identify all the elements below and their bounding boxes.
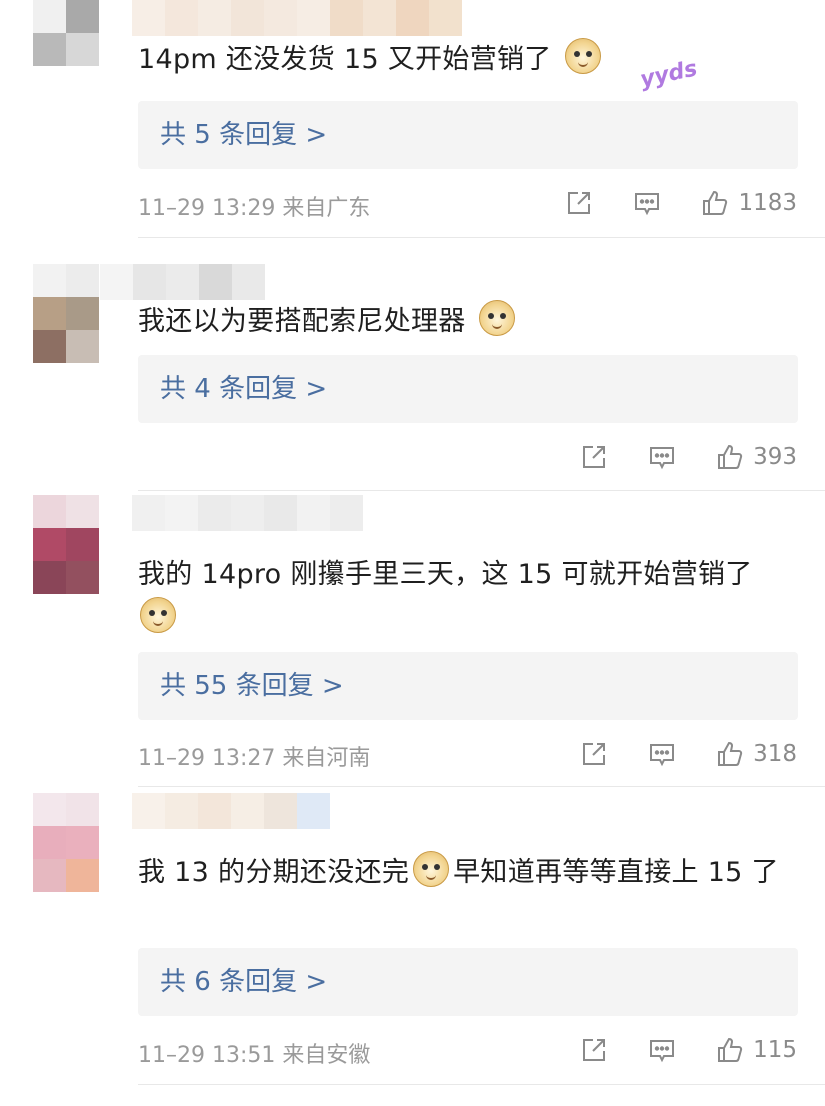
comment-item: 14pm 还没发货 15 又开始营销了 yyds 共 5 条回复 > 11–29… <box>0 0 825 238</box>
thumbs-up-icon[interactable] <box>715 1035 745 1065</box>
comment-actions: 115 <box>541 1035 797 1065</box>
comment-text: 14pm 还没发货 15 又开始营销了 <box>138 38 798 82</box>
comment-text: 我还以为要搭配索尼处理器 <box>138 300 798 344</box>
thumbs-up-icon[interactable] <box>700 188 730 218</box>
divider <box>138 1084 825 1085</box>
username-blurred[interactable] <box>132 793 330 829</box>
like-count: 115 <box>753 1037 797 1063</box>
comment-meta: 11–29 13:29 来自广东 <box>138 196 371 221</box>
thumbs-up-icon[interactable] <box>715 739 745 769</box>
avatar[interactable] <box>33 793 99 892</box>
avatar[interactable] <box>33 0 99 66</box>
share-icon[interactable] <box>579 1035 609 1065</box>
replies-link[interactable]: 共 4 条回复 > <box>138 355 798 423</box>
comment-text: 我的 14pro 刚攥手里三天，这 15 可就开始营销了 <box>138 553 798 641</box>
comment-text-part: 早知道再等等直接上 15 了 <box>453 857 779 888</box>
comment-icon[interactable] <box>647 1035 677 1065</box>
username-blurred[interactable] <box>132 495 363 531</box>
comment-text-part: 14pm 还没发货 15 又开始营销了 <box>138 44 552 75</box>
comment-item: 我 13 的分期还没还完 早知道再等等直接上 15 了 共 6 条回复 > 11–… <box>0 787 825 1106</box>
avatar[interactable] <box>33 264 99 363</box>
replies-link[interactable]: 共 55 条回复 > <box>138 652 798 720</box>
like-count: 393 <box>753 444 797 470</box>
comment-item: 我还以为要搭配索尼处理器 共 4 条回复 > 393 <box>0 238 825 491</box>
thumbs-up-icon[interactable] <box>715 442 745 472</box>
comment-meta: 11–29 13:27 来自河南 <box>138 746 371 771</box>
doge-emoji-icon <box>478 300 515 336</box>
replies-link[interactable]: 共 5 条回复 > <box>138 101 798 169</box>
comment-icon[interactable] <box>647 442 677 472</box>
doge-emoji-icon <box>413 851 450 887</box>
comment-text-part: 我的 14pro 刚攥手里三天，这 15 可就开始营销了 <box>138 559 753 590</box>
comment-actions: 393 <box>541 442 797 472</box>
comment-item: 我的 14pro 刚攥手里三天，这 15 可就开始营销了 共 55 条回复 > … <box>0 491 825 787</box>
comment-text: 我 13 的分期还没还完 早知道再等等直接上 15 了 <box>138 851 798 895</box>
comment-actions: 1183 <box>526 188 797 218</box>
share-icon[interactable] <box>579 739 609 769</box>
doge-emoji-icon <box>140 597 176 633</box>
username-blurred[interactable] <box>100 264 265 300</box>
comment-text-part: 我 13 的分期还没还完 <box>138 857 410 888</box>
comment-icon[interactable] <box>647 739 677 769</box>
share-icon[interactable] <box>579 442 609 472</box>
like-count: 318 <box>753 741 797 767</box>
replies-link[interactable]: 共 6 条回复 > <box>138 948 798 1016</box>
like-count: 1183 <box>738 190 797 216</box>
comment-icon[interactable] <box>632 188 662 218</box>
comment-actions: 318 <box>541 739 797 769</box>
share-icon[interactable] <box>564 188 594 218</box>
comment-meta: 11–29 13:51 来自安徽 <box>138 1043 371 1068</box>
avatar[interactable] <box>33 495 99 594</box>
username-blurred[interactable] <box>132 0 462 36</box>
doge-emoji-icon <box>564 38 601 74</box>
comment-text-part: 我还以为要搭配索尼处理器 <box>138 306 466 337</box>
